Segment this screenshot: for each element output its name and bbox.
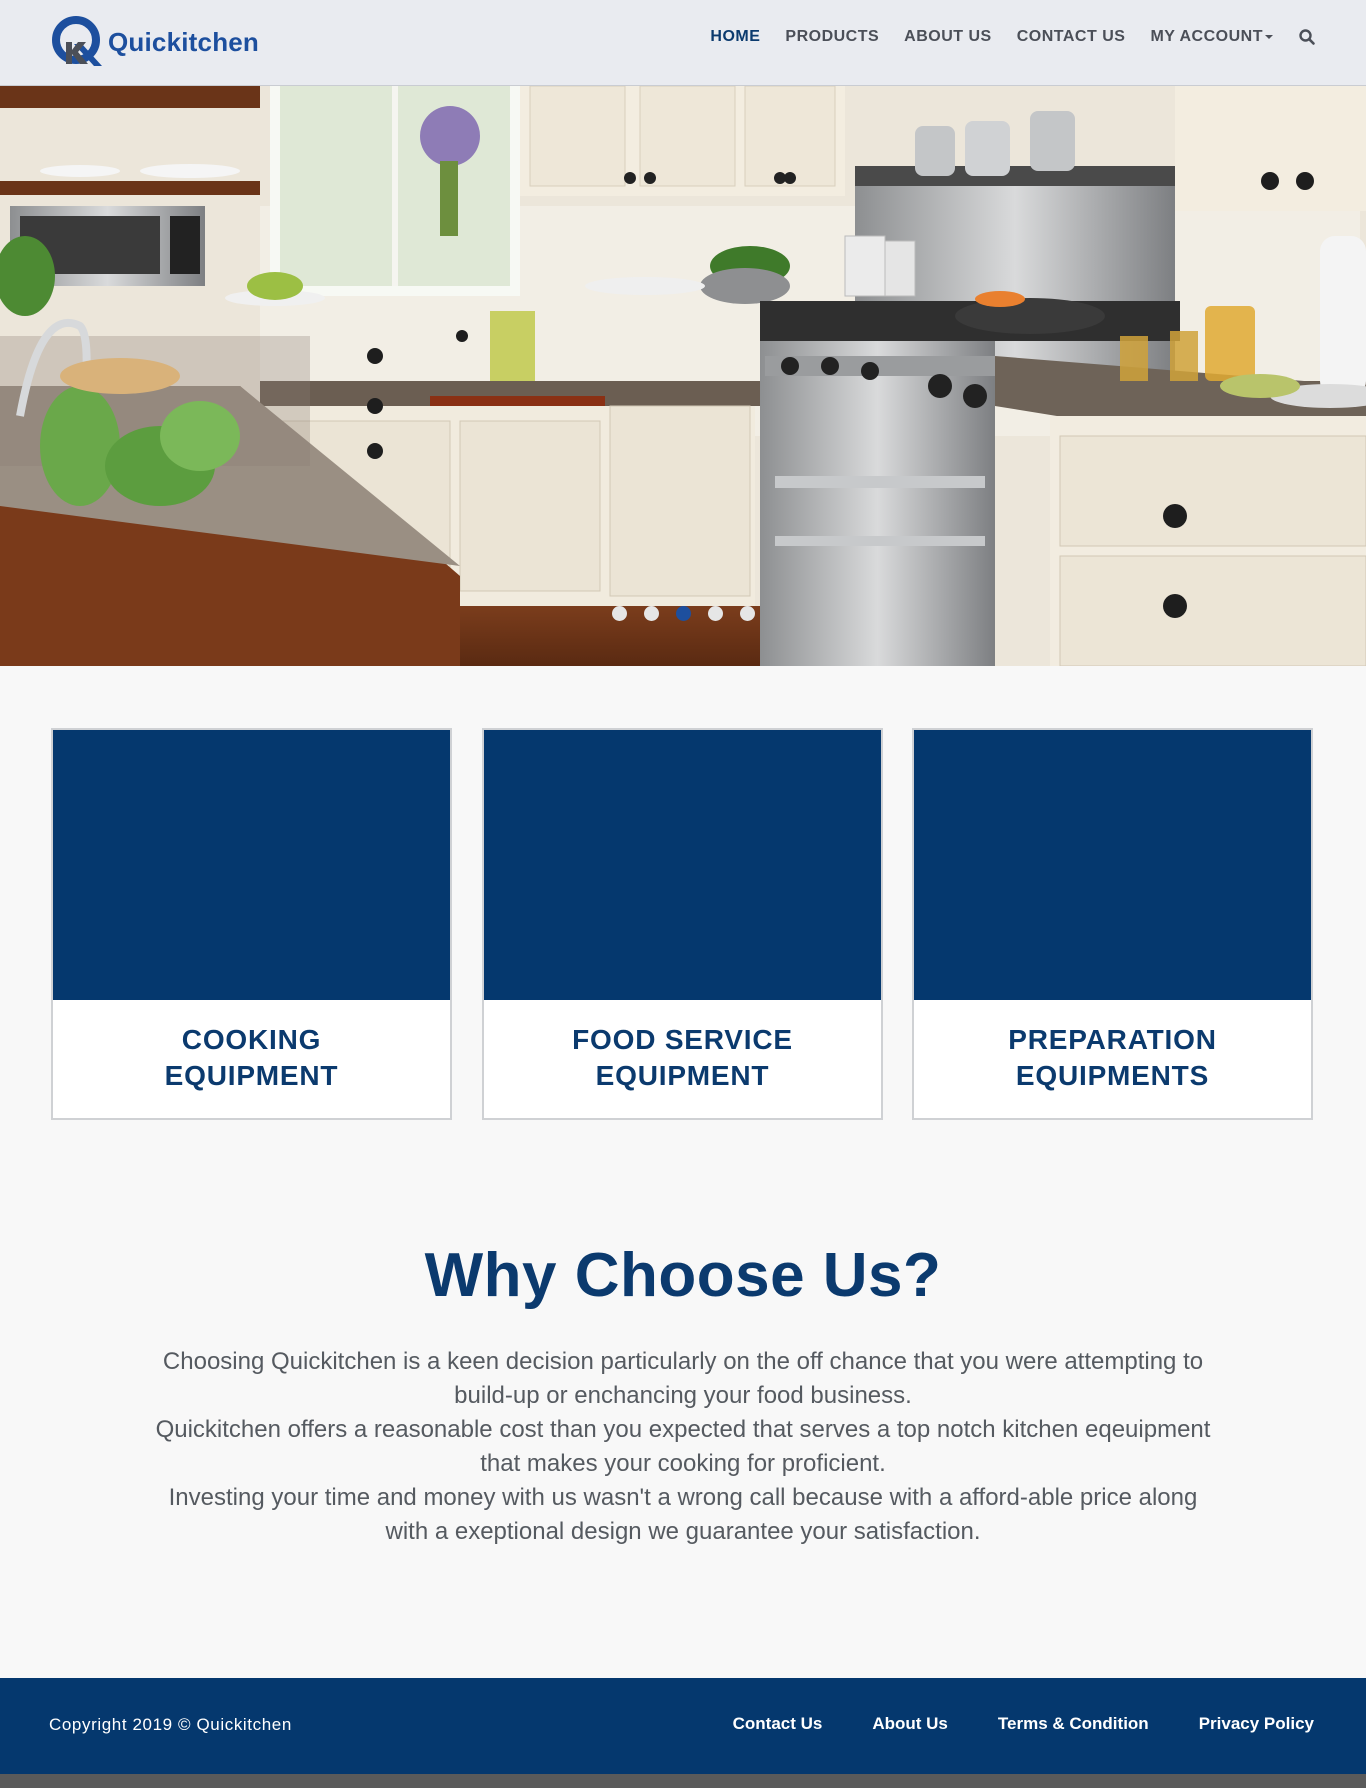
category-title-line: COOKING [181, 1024, 322, 1055]
top-navbar: Quickitchen HOME PRODUCTS ABOUT US CONTA… [0, 0, 1366, 86]
category-title: PREPARATION EQUIPMENTS [914, 1022, 1311, 1094]
category-title: FOOD SERVICE EQUIPMENT [484, 1022, 881, 1094]
nav-about-us[interactable]: ABOUT US [904, 28, 992, 46]
main-nav: HOME PRODUCTS ABOUT US CONTACT US MY ACC… [685, 28, 1316, 46]
category-image [914, 730, 1311, 1000]
category-title-line: EQUIPMENT [595, 1060, 770, 1091]
slider-pagination [612, 606, 772, 621]
category-image [53, 730, 450, 1000]
bottom-bar [0, 1774, 1366, 1788]
why-paragraph: Choosing Quickitchen is a keen decision … [162, 1348, 1204, 1409]
category-cards: COOKING EQUIPMENT FOOD SERVICE EQUIPMENT… [51, 728, 1313, 1120]
category-title-line: EQUIPMENT [164, 1060, 339, 1091]
nav-contact-us[interactable]: CONTACT US [1017, 28, 1126, 46]
nav-products[interactable]: PRODUCTS [785, 28, 879, 46]
category-title-line: FOOD SERVICE [572, 1024, 793, 1055]
slider-dot[interactable] [644, 606, 659, 621]
q-logo-icon [52, 16, 102, 66]
footer-link-privacy[interactable]: Privacy Policy [1199, 1714, 1314, 1734]
nav-home[interactable]: HOME [710, 28, 760, 46]
category-card-preparation[interactable]: PREPARATION EQUIPMENTS [912, 728, 1313, 1120]
slider-dot-active[interactable] [676, 606, 691, 621]
category-title: COOKING EQUIPMENT [53, 1022, 450, 1094]
why-choose-us-heading: Why Choose Us? [424, 1241, 942, 1310]
slider-dot[interactable] [708, 606, 723, 621]
footer-link-contact-us[interactable]: Contact Us [733, 1714, 823, 1734]
caret-down-icon [1265, 34, 1273, 39]
brand-logo[interactable]: Quickitchen [50, 14, 259, 70]
brand-name: Quickitchen [108, 26, 260, 57]
why-choose-us-text: Choosing Quickitchen is a keen decision … [150, 1345, 1216, 1549]
footer-link-terms[interactable]: Terms & Condition [998, 1714, 1149, 1734]
slider-dot[interactable] [740, 606, 755, 621]
category-card-cooking[interactable]: COOKING EQUIPMENT [51, 728, 452, 1120]
category-title-line: PREPARATION [1008, 1024, 1217, 1055]
nav-my-account-label: MY ACCOUNT [1150, 28, 1263, 45]
footer-link-about-us[interactable]: About Us [872, 1714, 948, 1734]
why-paragraph: Quickitchen offers a reasonable cost tha… [155, 1416, 1211, 1477]
hero-kitchen-image [0, 86, 1366, 666]
search-icon[interactable] [1298, 28, 1316, 46]
footer: Copyright 2019 © Quickitchen Contact Us … [0, 1678, 1366, 1774]
hero-slider [0, 86, 1366, 666]
category-title-line: EQUIPMENTS [1015, 1060, 1210, 1091]
slider-dot[interactable] [612, 606, 627, 621]
category-card-food-service[interactable]: FOOD SERVICE EQUIPMENT [482, 728, 883, 1120]
footer-links: Contact Us About Us Terms & Condition Pr… [683, 1714, 1314, 1734]
nav-my-account[interactable]: MY ACCOUNT [1150, 28, 1273, 46]
category-image [484, 730, 881, 1000]
why-paragraph: Investing your time and money with us wa… [168, 1484, 1198, 1545]
copyright-text: Copyright 2019 © Quickitchen [49, 1715, 292, 1734]
